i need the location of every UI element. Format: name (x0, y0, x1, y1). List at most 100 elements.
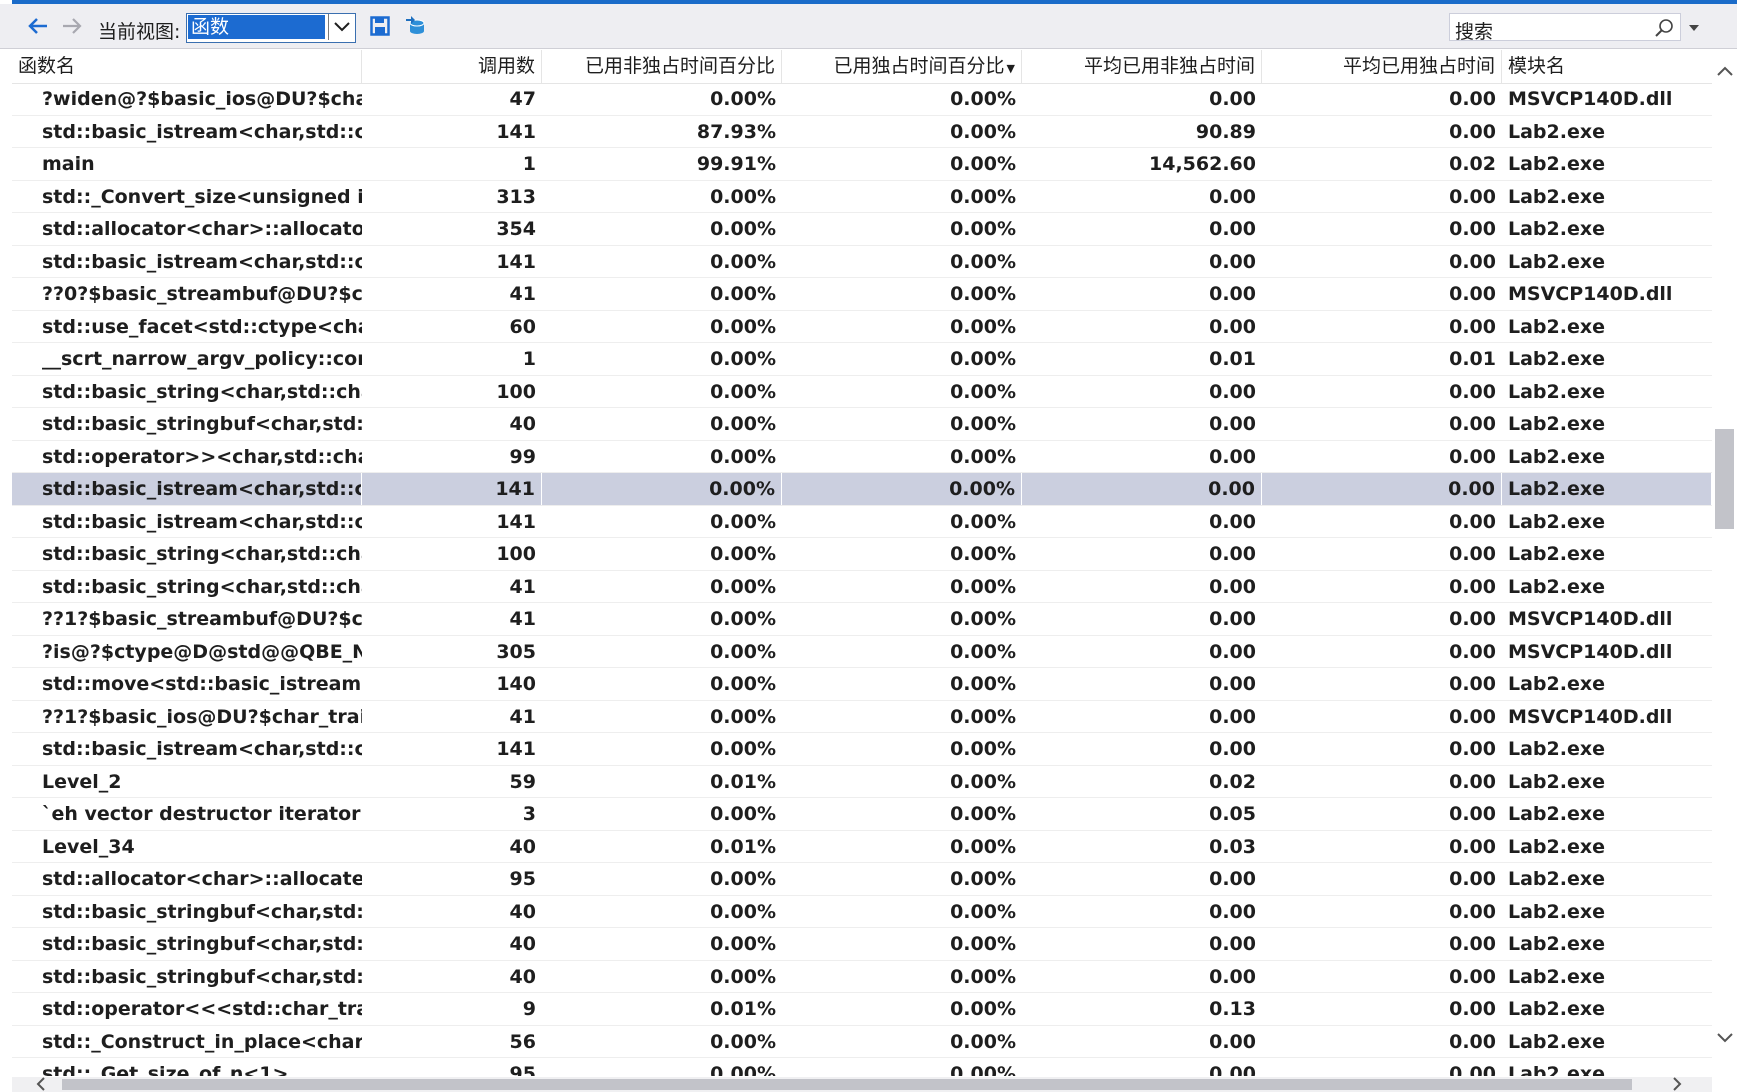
horizontal-scrollbar[interactable] (12, 1077, 1712, 1092)
cell-exclusive-time-percent: 0.00% (950, 1063, 1016, 1076)
cell-module-name: MSVCP140D.dll (1508, 705, 1673, 728)
table-row[interactable]: std::basic_stringbuf<char,std::c... 40 0.0… (12, 896, 1712, 928)
column-header-avg-inclusive-time[interactable]: 平均已用非独占时间 (1022, 50, 1262, 83)
table-row[interactable]: std::operator<<<std::char_traits... 9 0.01… (12, 993, 1712, 1026)
cell-avg-exclusive-time: 0.00 (1449, 900, 1496, 923)
cell-module-name: Lab2.exe (1502, 473, 1712, 505)
table-row[interactable]: ??1?$basic_streambuf@DU?$cha... 41 0.00% 0.… (12, 603, 1712, 636)
cell-avg-exclusive-time: 0.00 (1449, 218, 1496, 240)
column-header-call-count[interactable]: 调用数 (362, 50, 542, 83)
cell-module-name: Lab2.exe (1508, 445, 1605, 468)
table-row[interactable]: ?widen@?$basic_ios@DU?$char... 47 0.00% 0.0… (12, 83, 1712, 116)
cell-call-count: 40 (509, 965, 536, 988)
cell-exclusive-time-percent: 0.00% (950, 543, 1016, 565)
export-data-button[interactable] (402, 12, 430, 40)
cell-call-count: 3 (522, 803, 536, 825)
forward-button[interactable] (58, 12, 86, 40)
cell-function-name: ??1?$basic_ios@DU?$char_traits... (42, 705, 362, 728)
table-row[interactable]: std::_Get_size_of_n<1> 95 0.00% 0.00% 0.00 0.… (12, 1058, 1712, 1076)
table-row[interactable]: std::basic_istream<char,std::cha...1410.… (12, 506, 1712, 538)
table-row[interactable]: std::basic_istream<char,std::cha... 141 87… (12, 116, 1712, 148)
table-row[interactable]: Level_2 59 0.01% 0.00% 0.02 0.00 Lab2.exe (12, 766, 1712, 798)
table-row[interactable]: __scrt_narrow_argv_policy::confi... 1 0.00… (12, 343, 1712, 376)
arrow-left-icon (28, 18, 47, 34)
scroll-up-icon[interactable] (1717, 66, 1733, 76)
cell-module-name: Lab2.exe (1508, 543, 1605, 565)
dropdown-button[interactable] (328, 14, 355, 40)
column-header-function-name[interactable]: 函数名 (12, 50, 362, 83)
scroll-down-icon[interactable] (1717, 1033, 1733, 1043)
cell-avg-exclusive-time: 0.00 (1449, 510, 1496, 533)
search-options-button[interactable] (1686, 18, 1702, 38)
cell-module-name: Lab2.exe (1508, 348, 1605, 370)
table-row[interactable]: std::use_facet<std::ctype<char> > 60 0.00%… (12, 311, 1712, 343)
cell-avg-inclusive-time: 0.00 (1209, 88, 1256, 110)
cell-module-name: Lab2.exe (1508, 998, 1605, 1020)
cell-inclusive-time-percent: 0.01% (710, 998, 776, 1020)
column-header-avg-exclusive-time[interactable]: 平均已用独占时间 (1262, 50, 1502, 83)
cell-avg-exclusive-time: 0.00 (1449, 575, 1496, 598)
cell-module-name: Lab2.exe (1508, 673, 1605, 695)
cell-exclusive-time-percent: 0.00% (950, 510, 1016, 533)
cell-function-name: std::basic_stringbuf<char,std::c... (42, 413, 362, 435)
cell-module-name: Lab2.exe (1508, 250, 1605, 273)
table-row[interactable]: std::basic_istream<char,std::cha...1410.… (12, 246, 1712, 278)
horizontal-scroll-thumb[interactable] (62, 1079, 1632, 1090)
scroll-left-icon[interactable] (36, 1077, 46, 1091)
table-row[interactable]: std::basic_stringbuf<char,std::c... 40 0.0… (12, 408, 1712, 441)
cell-call-count: 56 (509, 1030, 536, 1053)
cell-avg-exclusive-time: 0.00 (1449, 1063, 1496, 1076)
save-button[interactable] (366, 12, 394, 40)
cell-exclusive-time-percent: 0.00% (950, 835, 1016, 858)
scroll-right-icon[interactable] (1672, 1077, 1682, 1091)
cell-inclusive-time-percent: 0.00% (710, 868, 776, 890)
table-row[interactable]: std::basic_istream<char,std::cha...1410.… (12, 733, 1712, 766)
table-row[interactable]: `eh vector destructor iterator' 3 0.00% 0.0… (12, 798, 1712, 831)
table-row[interactable]: std::move<std::basic_istream<c... 140 0.00… (12, 668, 1712, 701)
chevron-down-icon (334, 22, 350, 32)
table-row[interactable]: main 1 99.91% 0.00% 14,562.60 0.02 Lab2.exe (12, 148, 1712, 181)
vertical-scroll-thumb[interactable] (1715, 429, 1734, 529)
table-row[interactable]: std::_Convert_size<unsigned int> 313 0.00%… (12, 181, 1712, 213)
table-row[interactable]: ??1?$basic_ios@DU?$char_traits... 41 0.00%… (12, 701, 1712, 733)
cell-avg-exclusive-time: 0.00 (1449, 185, 1496, 208)
cell-function-name: Level_2 (42, 770, 122, 793)
cell-function-name: std::basic_istream<char,std::cha... (42, 120, 362, 143)
table-row[interactable]: Level_34 40 0.01% 0.00% 0.03 0.00 Lab2.exe (12, 831, 1712, 863)
search-icon[interactable] (1654, 18, 1674, 42)
cell-avg-inclusive-time: 0.05 (1209, 803, 1256, 825)
table-row[interactable]: std::_Construct_in_place<char *,... 56 0.0… (12, 1026, 1712, 1058)
back-button[interactable] (24, 12, 52, 40)
cell-inclusive-time-percent: 0.00% (710, 413, 776, 435)
table-row[interactable]: std::basic_stringbuf<char,std::c... 40 0.0… (12, 928, 1712, 961)
cell-module-name: MSVCP140D.dll (1508, 640, 1673, 663)
table-row[interactable]: std::basic_string<char,std::char_... 41 0.… (12, 571, 1712, 603)
column-header-inclusive-time-percent[interactable]: 已用非独占时间百分比 (542, 50, 782, 83)
table-row[interactable]: std::allocator<char>::allocator<... 354 0.… (12, 213, 1712, 246)
cell-module-name: MSVCP140D.dll (1508, 283, 1673, 305)
cell-exclusive-time-percent: 0.00% (950, 705, 1016, 728)
cell-exclusive-time-percent: 0.00% (950, 640, 1016, 663)
table-row[interactable]: std::operator>><char,std::char_... 99 0.00… (12, 441, 1712, 473)
table-row[interactable]: std::basic_string<char,std::char_... 100 0… (12, 376, 1712, 408)
column-header-module-name[interactable]: 模块名 (1502, 50, 1712, 83)
table-row[interactable]: std::basic_string<char,std::char_... 100 0… (12, 538, 1712, 571)
cell-call-count: 140 (496, 673, 536, 695)
cell-module-name: Lab2.exe (1508, 575, 1605, 598)
cell-exclusive-time-percent: 0.00% (950, 380, 1016, 403)
current-view-select[interactable]: 函数 (186, 13, 356, 43)
search-input[interactable]: 搜索 (1449, 13, 1681, 43)
vertical-scrollbar[interactable] (1712, 60, 1737, 1053)
cell-avg-exclusive-time: 0.00 (1449, 868, 1496, 890)
cell-module-name: Lab2.exe (1508, 315, 1605, 338)
table-row[interactable]: std::allocator<char>::allocate 95 0.00% 0.0… (12, 863, 1712, 896)
cell-function-name: __scrt_narrow_argv_policy::confi... (42, 348, 362, 370)
cell-call-count: 41 (509, 705, 536, 728)
table-row[interactable]: ??0?$basic_streambuf@DU?$cha... 41 0.00% 0.… (12, 278, 1712, 311)
table-row[interactable]: std::basic_istream<char,std::cha...1410.… (12, 473, 1712, 506)
table-row[interactable]: ?is@?$ctype@D@std@@QBE_N... 305 0.00% 0.00%… (12, 636, 1712, 668)
cell-avg-inclusive-time: 0.00 (1209, 250, 1256, 273)
cell-avg-inclusive-time: 0.00 (1209, 965, 1256, 988)
table-row[interactable]: std::basic_stringbuf<char,std::c... 40 0.0… (12, 961, 1712, 993)
column-header-exclusive-time-percent[interactable]: 已用独占时间百分比 ▼ (782, 50, 1022, 83)
